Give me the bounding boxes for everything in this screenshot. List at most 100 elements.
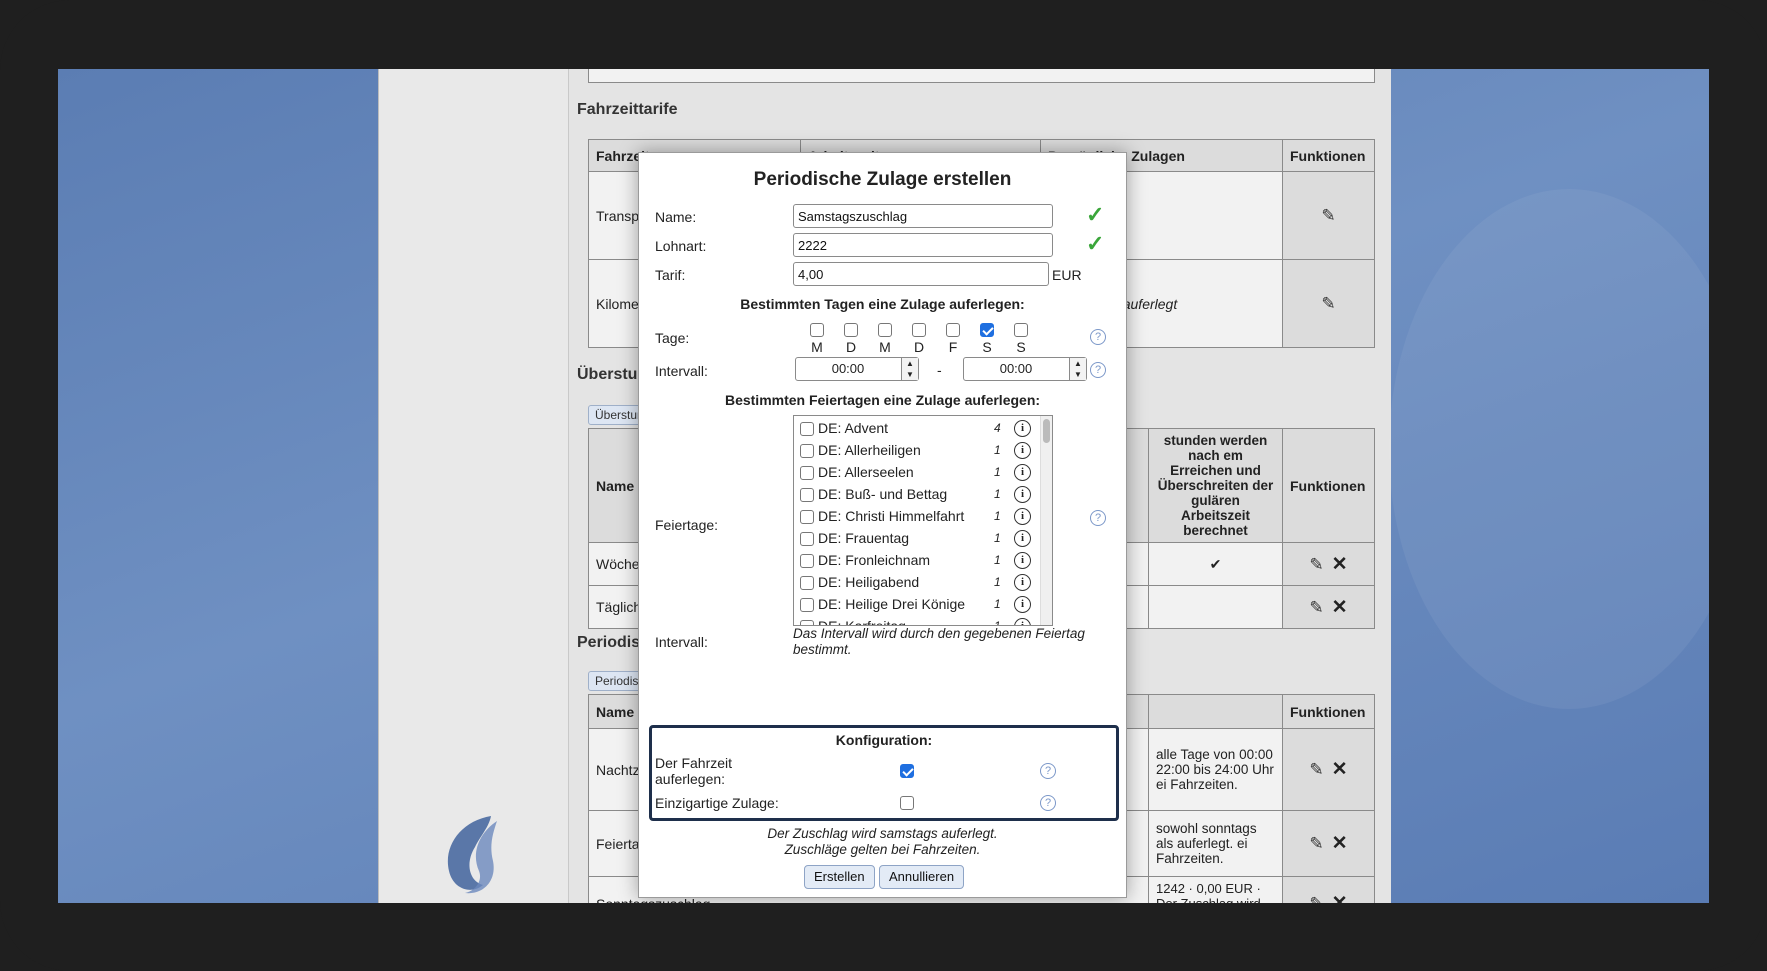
pencil-icon[interactable]: ✎ (1309, 834, 1323, 854)
holiday-list[interactable]: DE: Advent 4 i DE: Allerheiligen 1 i DE: All… (793, 415, 1053, 626)
holiday-name: DE: Allerheiligen (818, 442, 921, 458)
day-monday[interactable]: M (807, 321, 827, 355)
info-icon[interactable]: i (1014, 618, 1031, 625)
list-item[interactable]: DE: Fronleichnam 1 i (800, 550, 1031, 572)
holiday-checkbox[interactable] (800, 532, 814, 546)
interval-to-input[interactable]: 00:00 ▲ ▼ (963, 357, 1087, 381)
table-cell (1148, 585, 1283, 629)
holiday-name: DE: Allerseelen (818, 464, 914, 480)
holiday-checkbox[interactable] (800, 598, 814, 612)
intervall2-label: Intervall: (655, 634, 708, 650)
cancel-button[interactable]: Annullieren (879, 865, 965, 889)
day-thursday[interactable]: D (909, 321, 929, 355)
holiday-checkbox[interactable] (800, 554, 814, 568)
tarif-label: Tarif: (655, 267, 686, 283)
holiday-checkbox[interactable] (800, 510, 814, 524)
day-checkbox[interactable] (946, 323, 960, 338)
holiday-checkbox[interactable] (800, 576, 814, 590)
create-allowance-dialog: Periodische Zulage erstellen Name: ✓ Loh… (638, 152, 1127, 898)
info-icon[interactable]: i (1014, 442, 1031, 459)
info-icon[interactable]: i (1014, 464, 1031, 481)
list-item[interactable]: DE: Advent 4 i (800, 418, 1031, 440)
einzig-checkbox[interactable] (900, 796, 914, 810)
delete-x-icon[interactable]: ✕ (1332, 758, 1348, 781)
delete-x-icon[interactable]: ✕ (1332, 892, 1348, 903)
delete-x-icon[interactable]: ✕ (1332, 832, 1348, 855)
help-icon[interactable]: ? (1040, 763, 1056, 779)
day-checkbox[interactable] (912, 323, 926, 338)
pencil-icon[interactable]: ✎ (1321, 206, 1335, 226)
pencil-icon[interactable]: ✎ (1309, 894, 1323, 903)
col-header-funktionen: Funktionen (1282, 694, 1375, 729)
scrollbar-thumb[interactable] (1043, 419, 1050, 443)
desktop: Fahrzeittarife Fahrzeit Arbeitszeit Pers… (58, 69, 1709, 903)
list-item[interactable]: DE: Heilige Drei Könige 1 i (800, 594, 1031, 616)
day-letter: F (948, 339, 958, 356)
delete-x-icon[interactable]: ✕ (1332, 596, 1348, 619)
delete-x-icon[interactable]: ✕ (1332, 553, 1348, 576)
holiday-count: 1 (994, 509, 1001, 523)
holiday-count: 1 (994, 575, 1001, 589)
holiday-checkbox[interactable] (800, 444, 814, 458)
table-cell: alle Tage von 00:00 22:00 bis 24:00 Uhr … (1148, 728, 1283, 811)
list-item[interactable]: DE: Karfreitag 1 i (800, 616, 1031, 625)
list-scrollbar[interactable] (1040, 416, 1052, 625)
day-checkbox[interactable] (810, 323, 824, 338)
pencil-icon[interactable]: ✎ (1309, 760, 1323, 780)
spinner-icon[interactable]: ▲ ▼ (1069, 358, 1086, 380)
holiday-count: 1 (994, 531, 1001, 545)
fahrzeit-label: Der Fahrzeit auferlegen: (655, 755, 733, 787)
day-saturday[interactable]: S (977, 321, 997, 355)
tarif-input[interactable] (793, 262, 1049, 286)
lohnart-input[interactable] (793, 233, 1053, 257)
spinner-icon[interactable]: ▲ ▼ (901, 358, 918, 380)
pencil-icon[interactable]: ✎ (1321, 294, 1335, 314)
info-icon[interactable]: i (1014, 420, 1031, 437)
list-item[interactable]: DE: Heiligabend 1 i (800, 572, 1031, 594)
help-icon[interactable]: ? (1090, 329, 1106, 345)
list-item[interactable]: DE: Buß- und Bettag 1 i (800, 484, 1031, 506)
day-checkbox[interactable] (878, 323, 892, 338)
help-icon[interactable]: ? (1090, 510, 1106, 526)
holiday-name: DE: Fronleichnam (818, 552, 931, 568)
days-heading: Bestimmten Tagen eine Zulage auferlegen: (740, 296, 1025, 312)
holiday-count: 4 (994, 421, 1001, 435)
pencil-icon[interactable]: ✎ (1309, 555, 1323, 575)
holiday-checkbox[interactable] (800, 488, 814, 502)
day-friday[interactable]: F (943, 321, 963, 355)
info-icon[interactable]: i (1014, 508, 1031, 525)
holiday-checkbox[interactable] (800, 422, 814, 436)
row-functions: ✎✕ (1282, 542, 1375, 586)
help-icon[interactable]: ? (1040, 795, 1056, 811)
section-title-ueberstunden: Überstun (577, 366, 648, 383)
pencil-icon[interactable]: ✎ (1309, 598, 1323, 618)
einzig-label: Einzigartige Zulage: (655, 795, 779, 811)
holiday-name: DE: Heilige Drei Könige (818, 596, 966, 612)
day-tuesday[interactable]: D (841, 321, 861, 355)
logo-icon (447, 816, 497, 894)
info-icon[interactable]: i (1014, 574, 1031, 591)
day-checkbox[interactable] (844, 323, 858, 338)
create-button[interactable]: Erstellen (804, 865, 875, 889)
info-icon[interactable]: i (1014, 530, 1031, 547)
list-item[interactable]: DE: Allerheiligen 1 i (800, 440, 1031, 462)
day-sunday[interactable]: S (1011, 321, 1031, 355)
table-cell: 1242 · 0,00 EUR · Der Zuschlag wird nie … (1148, 876, 1283, 903)
interval-from-input[interactable]: 00:00 ▲ ▼ (795, 357, 919, 381)
day-letter: M (879, 339, 891, 356)
info-icon[interactable]: i (1014, 552, 1031, 569)
day-checkbox[interactable] (1014, 323, 1028, 338)
fahrzeit-checkbox[interactable] (900, 764, 914, 778)
list-item[interactable]: DE: Frauentag 1 i (800, 528, 1031, 550)
day-wednesday[interactable]: M (875, 321, 895, 355)
dialog-title: Periodische Zulage erstellen (753, 169, 1012, 190)
name-input[interactable] (793, 204, 1053, 228)
info-icon[interactable]: i (1014, 486, 1031, 503)
day-checkbox-checked[interactable] (980, 323, 994, 338)
info-icon[interactable]: i (1014, 596, 1031, 613)
holiday-checkbox[interactable] (800, 466, 814, 480)
list-item[interactable]: DE: Christi Himmelfahrt 1 i (800, 506, 1031, 528)
help-icon[interactable]: ? (1090, 362, 1106, 378)
list-item[interactable]: DE: Allerseelen 1 i (800, 462, 1031, 484)
holiday-name: DE: Buß- und Bettag (818, 486, 948, 502)
